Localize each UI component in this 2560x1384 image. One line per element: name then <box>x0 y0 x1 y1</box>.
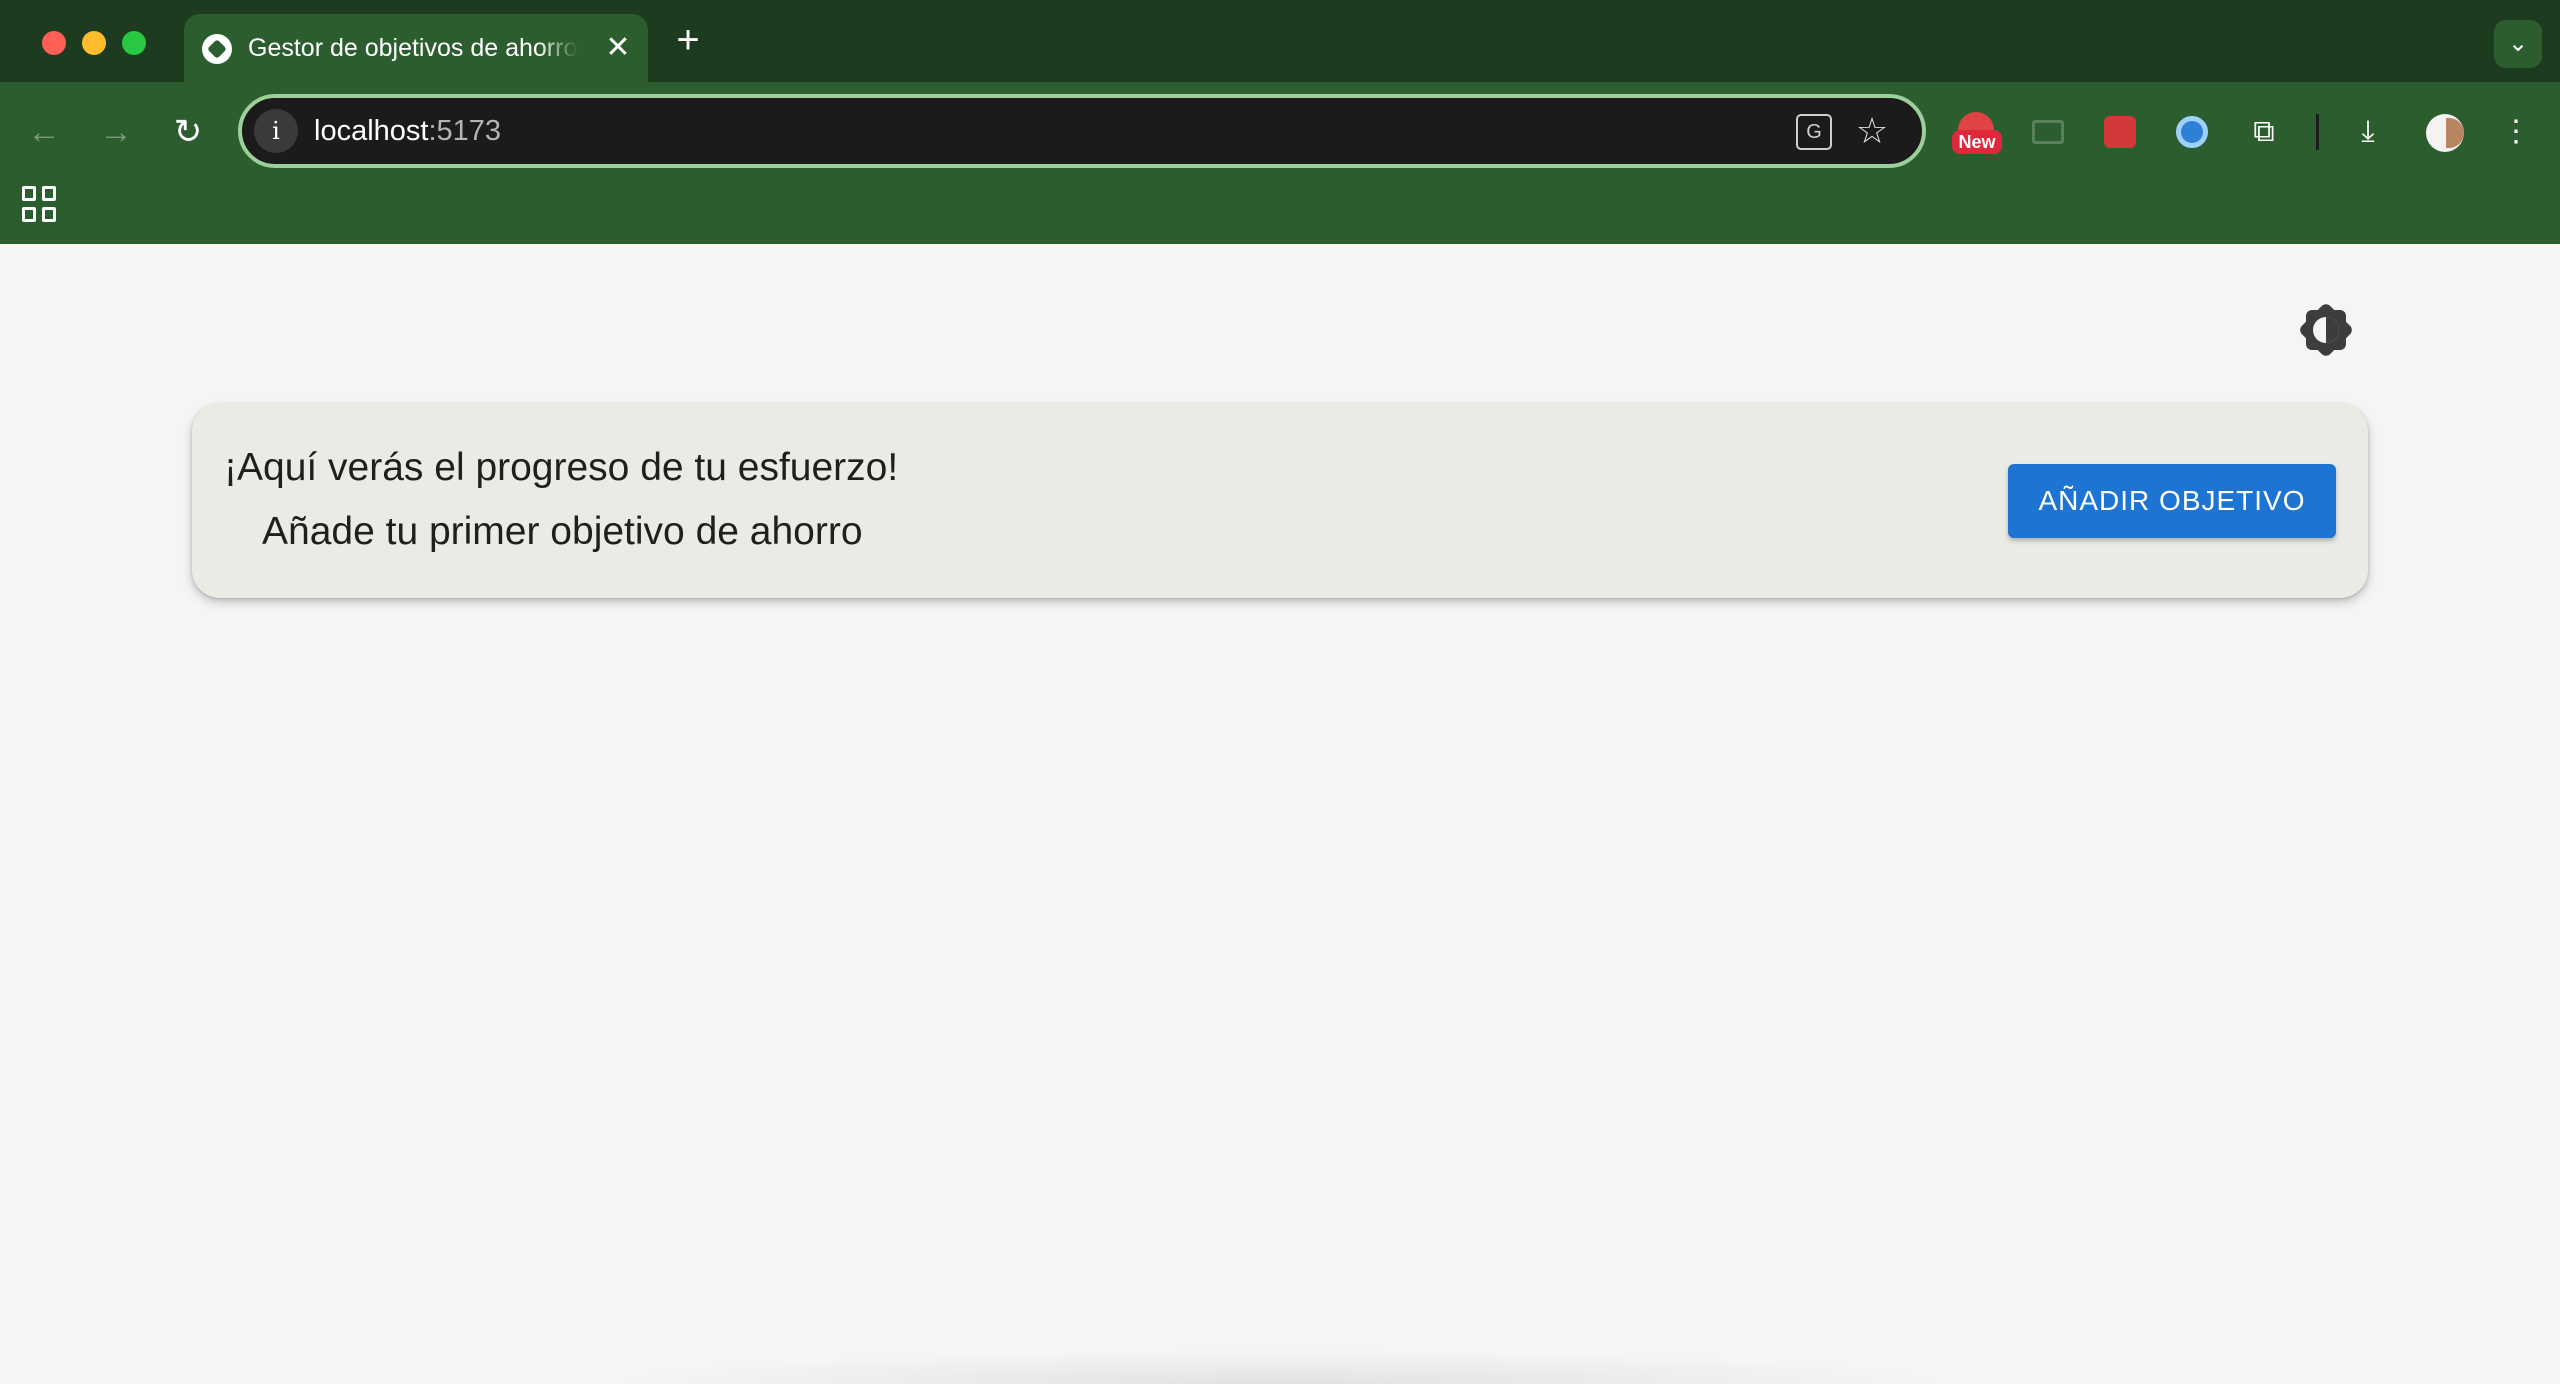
address-port: :5173 <box>428 115 502 147</box>
tab-title: Gestor de objetivos de ahorro <box>248 34 578 62</box>
add-goal-button[interactable]: AÑADIR OBJETIVO <box>2008 464 2336 538</box>
extensions-puzzle-icon[interactable]: ⧉ <box>2240 108 2288 156</box>
address-bar[interactable]: i localhost:5173 G ☆ <box>238 94 1926 168</box>
reload-icon[interactable]: ↻ <box>160 104 216 160</box>
bookmark-star-icon[interactable]: ☆ <box>1850 108 1894 154</box>
address-host: localhost <box>314 115 429 147</box>
red-extension-icon[interactable] <box>2096 108 2144 156</box>
bottom-shadow <box>600 1350 1960 1384</box>
browser-tab-active[interactable]: Gestor de objetivos de ahorro ✕ <box>184 14 648 82</box>
empty-state-subtitle: Añade tu primer objetivo de ahorro <box>262 510 863 553</box>
new-tab-button[interactable]: + <box>668 20 708 64</box>
empty-state-title: ¡Aquí verás el progreso de tu esfuerzo! <box>224 446 899 489</box>
empty-state-card: ¡Aquí verás el progreso de tu esfuerzo! … <box>192 404 2368 598</box>
blue-extension-icon[interactable] <box>2168 108 2216 156</box>
minimize-window-button[interactable] <box>82 31 106 55</box>
screen-capture-extension-icon[interactable] <box>2024 108 2072 156</box>
forward-arrow-icon[interactable]: → <box>88 104 144 160</box>
close-window-button[interactable] <box>42 31 66 55</box>
apps-grid-icon[interactable] <box>22 186 58 222</box>
page-content: ¡Aquí verás el progreso de tu esfuerzo! … <box>0 244 2560 1384</box>
browser-menu-icon[interactable]: ⋮ <box>2492 108 2540 156</box>
tab-close-icon[interactable]: ✕ <box>598 28 638 68</box>
profile-avatar[interactable] <box>2420 108 2468 156</box>
tab-search-button[interactable]: ⌄ <box>2494 20 2542 68</box>
translate-icon[interactable]: G <box>1796 114 1832 150</box>
back-arrow-icon[interactable]: ← <box>16 104 72 160</box>
download-icon[interactable]: ⤓ <box>2344 108 2392 156</box>
browser-toolbar: ← → ↻ i localhost:5173 G ☆ New ⧉ ⤓ ⋮ <box>0 82 2560 244</box>
site-info-icon[interactable]: i <box>254 109 298 153</box>
extension-new-icon[interactable]: New <box>1952 108 2002 156</box>
extension-new-badge: New <box>1952 130 2002 154</box>
browser-titlebar: Gestor de objetivos de ahorro ✕ + ⌄ <box>0 0 2560 82</box>
maximize-window-button[interactable] <box>122 31 146 55</box>
toolbar-divider <box>2316 114 2319 150</box>
theme-toggle-icon[interactable] <box>2297 301 2355 359</box>
address-url[interactable]: localhost:5173 <box>314 112 501 150</box>
app-favicon-icon <box>202 34 232 64</box>
